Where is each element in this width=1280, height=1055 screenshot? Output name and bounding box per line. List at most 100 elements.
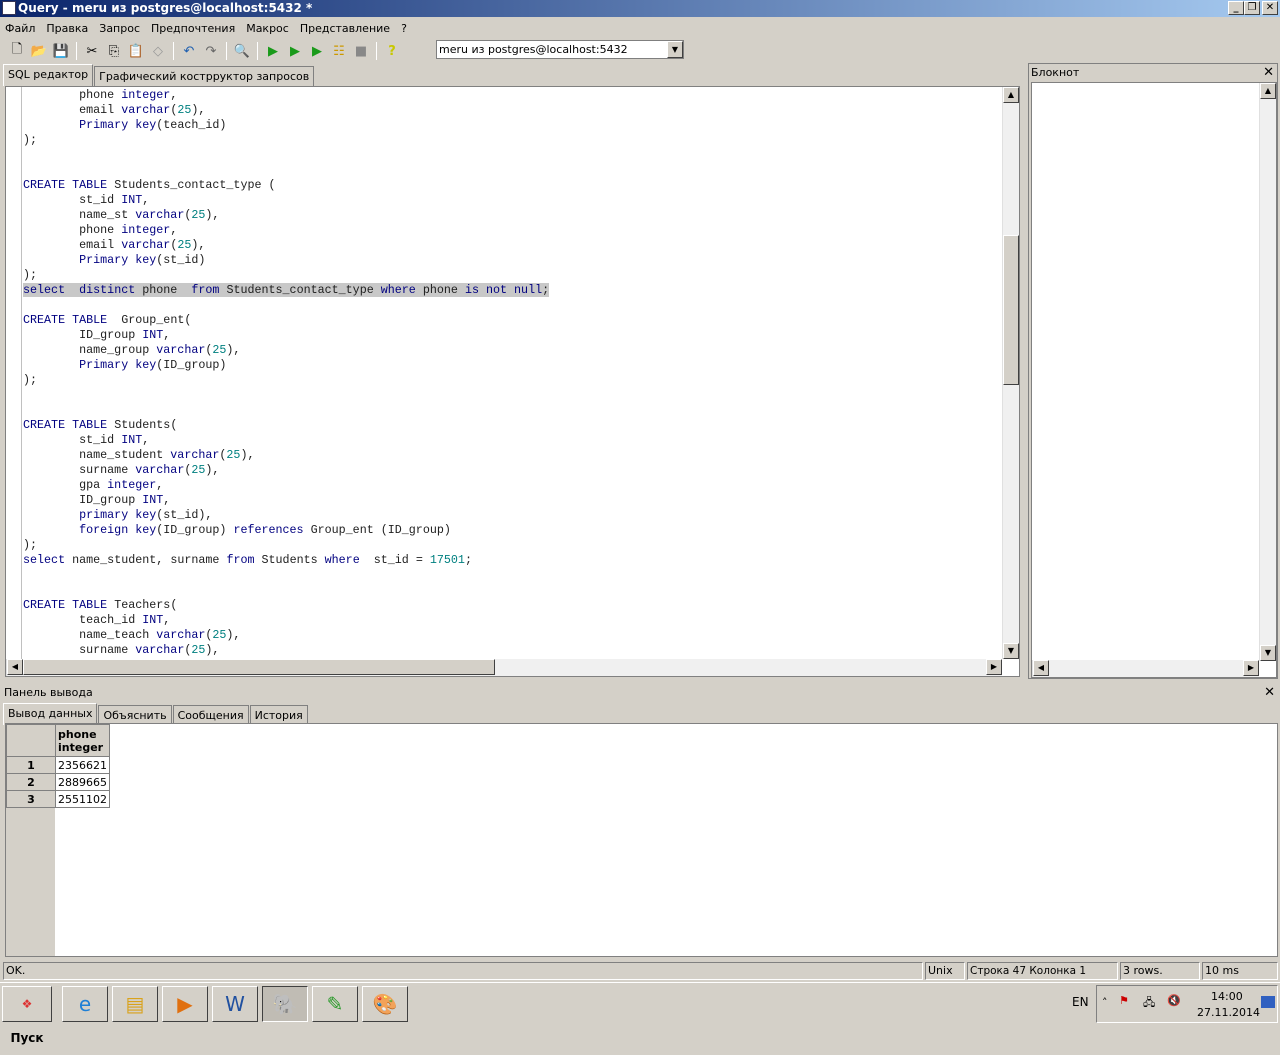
tab-sql-editor[interactable]: SQL редактор <box>3 64 94 86</box>
tab-data-output[interactable]: Вывод данных <box>3 703 98 725</box>
scroll-right-icon[interactable]: ▶ <box>1243 660 1259 676</box>
notepad-textarea[interactable]: ▲ ▼ ◀ ▶ <box>1031 82 1277 678</box>
copy-icon[interactable]: ⎘ <box>105 42 123 60</box>
language-indicator[interactable]: EN <box>1072 995 1089 1009</box>
code-line[interactable]: name_student varchar(25), <box>23 448 1003 463</box>
start-button[interactable]: ❖ Пуск <box>2 986 52 1045</box>
code-line[interactable]: teach_id INT, <box>23 613 1003 628</box>
redo-icon[interactable]: ↷ <box>202 42 220 60</box>
code-line[interactable] <box>23 583 1003 598</box>
scroll-up-icon[interactable]: ▲ <box>1003 87 1019 103</box>
internet-explorer-icon[interactable]: e <box>62 986 108 1022</box>
vertical-scrollbar[interactable]: ▲ ▼ <box>1002 87 1019 659</box>
execute-pgscript-icon[interactable]: ▶ <box>286 42 304 60</box>
close-icon[interactable]: ✕ <box>1264 685 1275 701</box>
cell-phone[interactable]: 2889665 <box>55 773 110 791</box>
open-folder-icon[interactable]: 📂 <box>30 42 48 60</box>
code-line[interactable]: surname varchar(25), <box>23 643 1003 658</box>
scroll-down-icon[interactable]: ▼ <box>1003 643 1019 659</box>
new-file-icon[interactable]: 🗋 <box>8 42 26 60</box>
cell-phone[interactable]: 2356621 <box>55 756 110 774</box>
code-line[interactable]: name_teach varchar(25), <box>23 628 1003 643</box>
pgadmin-icon[interactable]: 🐘 <box>262 986 308 1022</box>
table-row[interactable]: 2 2889665 <box>6 773 110 791</box>
code-line[interactable]: ); <box>23 268 1003 283</box>
code-line[interactable]: st_id INT, <box>23 193 1003 208</box>
code-line[interactable]: ); <box>23 538 1003 553</box>
stop-icon[interactable]: ■ <box>352 42 370 60</box>
clear-icon[interactable]: ◇ <box>149 42 167 60</box>
code-line[interactable]: gpa integer, <box>23 478 1003 493</box>
code-line[interactable] <box>23 403 1003 418</box>
code-line[interactable] <box>23 298 1003 313</box>
show-hidden-icons[interactable]: ˄ <box>1102 996 1108 1009</box>
code-line[interactable]: phone integer, <box>23 88 1003 103</box>
scroll-thumb[interactable] <box>1003 235 1019 385</box>
find-icon[interactable]: 🔍 <box>233 42 251 60</box>
cell-phone[interactable]: 2551102 <box>55 790 110 808</box>
menu-query[interactable]: Запрос <box>99 22 140 35</box>
menu-macros[interactable]: Макрос <box>246 22 289 35</box>
code-line[interactable]: CREATE TABLE Students( <box>23 418 1003 433</box>
tab-graphical-query-builder[interactable]: Графический кострруктор запросов <box>94 66 315 86</box>
code-line[interactable]: name_group varchar(25), <box>23 343 1003 358</box>
code-line[interactable]: ); <box>23 373 1003 388</box>
code-area[interactable]: phone integer, email varchar(25), Primar… <box>23 88 1003 658</box>
connection-select[interactable]: meru из postgres@localhost:5432 ▼ <box>436 40 684 59</box>
horizontal-scrollbar[interactable]: ◀ ▶ <box>6 659 1002 676</box>
explorer-icon[interactable]: ▤ <box>112 986 158 1022</box>
minimize-button[interactable]: _ <box>1228 1 1244 15</box>
menu-file[interactable]: Файл <box>5 22 35 35</box>
code-line[interactable] <box>23 148 1003 163</box>
code-line[interactable]: select name_student, surname from Studen… <box>23 553 1003 568</box>
scroll-up-icon[interactable]: ▲ <box>1260 83 1276 99</box>
show-desktop-icon[interactable] <box>1261 996 1275 1008</box>
code-line[interactable]: ); <box>23 133 1003 148</box>
code-line[interactable]: ID_group INT, <box>23 493 1003 508</box>
menu-help[interactable]: ? <box>401 22 407 35</box>
scroll-left-icon[interactable]: ◀ <box>1033 660 1049 676</box>
code-line[interactable]: email varchar(25), <box>23 238 1003 253</box>
media-player-icon[interactable]: ▶ <box>162 986 208 1022</box>
code-line[interactable]: foreign key(ID_group) references Group_e… <box>23 523 1003 538</box>
execute-icon[interactable]: ▶ <box>264 42 282 60</box>
tab-history[interactable]: История <box>249 705 308 725</box>
code-line[interactable]: email varchar(25), <box>23 103 1003 118</box>
code-line[interactable]: Primary key(st_id) <box>23 253 1003 268</box>
save-icon[interactable]: 💾 <box>52 42 70 60</box>
scroll-thumb[interactable] <box>23 659 495 675</box>
paint-icon[interactable]: 🎨 <box>362 986 408 1022</box>
tab-messages[interactable]: Сообщения <box>172 705 249 725</box>
code-line[interactable]: Primary key(ID_group) <box>23 358 1003 373</box>
code-line[interactable]: primary key(st_id), <box>23 508 1003 523</box>
sql-editor[interactable]: phone integer, email varchar(25), Primar… <box>5 86 1020 677</box>
code-line[interactable] <box>23 388 1003 403</box>
scroll-left-icon[interactable]: ◀ <box>7 659 23 675</box>
table-row[interactable]: 1 2356621 <box>6 756 110 774</box>
code-line[interactable]: select distinct phone from Students_cont… <box>23 283 1003 298</box>
code-line[interactable]: CREATE TABLE Students_contact_type ( <box>23 178 1003 193</box>
scroll-down-icon[interactable]: ▼ <box>1260 645 1276 661</box>
paste-icon[interactable]: 📋 <box>127 42 145 60</box>
close-button[interactable]: ✕ <box>1262 1 1278 15</box>
code-line[interactable] <box>23 568 1003 583</box>
word-icon[interactable]: W <box>212 986 258 1022</box>
notepad-plus-icon[interactable]: ✎ <box>312 986 358 1022</box>
explain-icon[interactable]: ☷ <box>330 42 348 60</box>
tab-explain[interactable]: Объяснить <box>98 705 172 725</box>
clock-date[interactable]: 27.11.2014 <box>1197 1006 1260 1019</box>
code-line[interactable]: st_id INT, <box>23 433 1003 448</box>
menu-edit[interactable]: Правка <box>46 22 88 35</box>
column-header-phone[interactable]: phone integer <box>55 724 110 757</box>
horizontal-scrollbar[interactable]: ◀ ▶ <box>1032 660 1259 677</box>
undo-icon[interactable]: ↶ <box>180 42 198 60</box>
volume-muted-icon[interactable]: 🔇 <box>1167 994 1181 1007</box>
close-icon[interactable]: ✕ <box>1263 64 1274 81</box>
network-icon[interactable]: 🖧 <box>1143 994 1155 1013</box>
restore-button[interactable]: ❐ <box>1244 1 1260 15</box>
help-icon[interactable]: ? <box>383 42 401 60</box>
vertical-scrollbar[interactable]: ▲ ▼ <box>1259 83 1276 661</box>
chevron-down-icon[interactable]: ▼ <box>667 41 683 58</box>
code-line[interactable]: CREATE TABLE Teachers( <box>23 598 1003 613</box>
code-line[interactable]: phone integer, <box>23 223 1003 238</box>
